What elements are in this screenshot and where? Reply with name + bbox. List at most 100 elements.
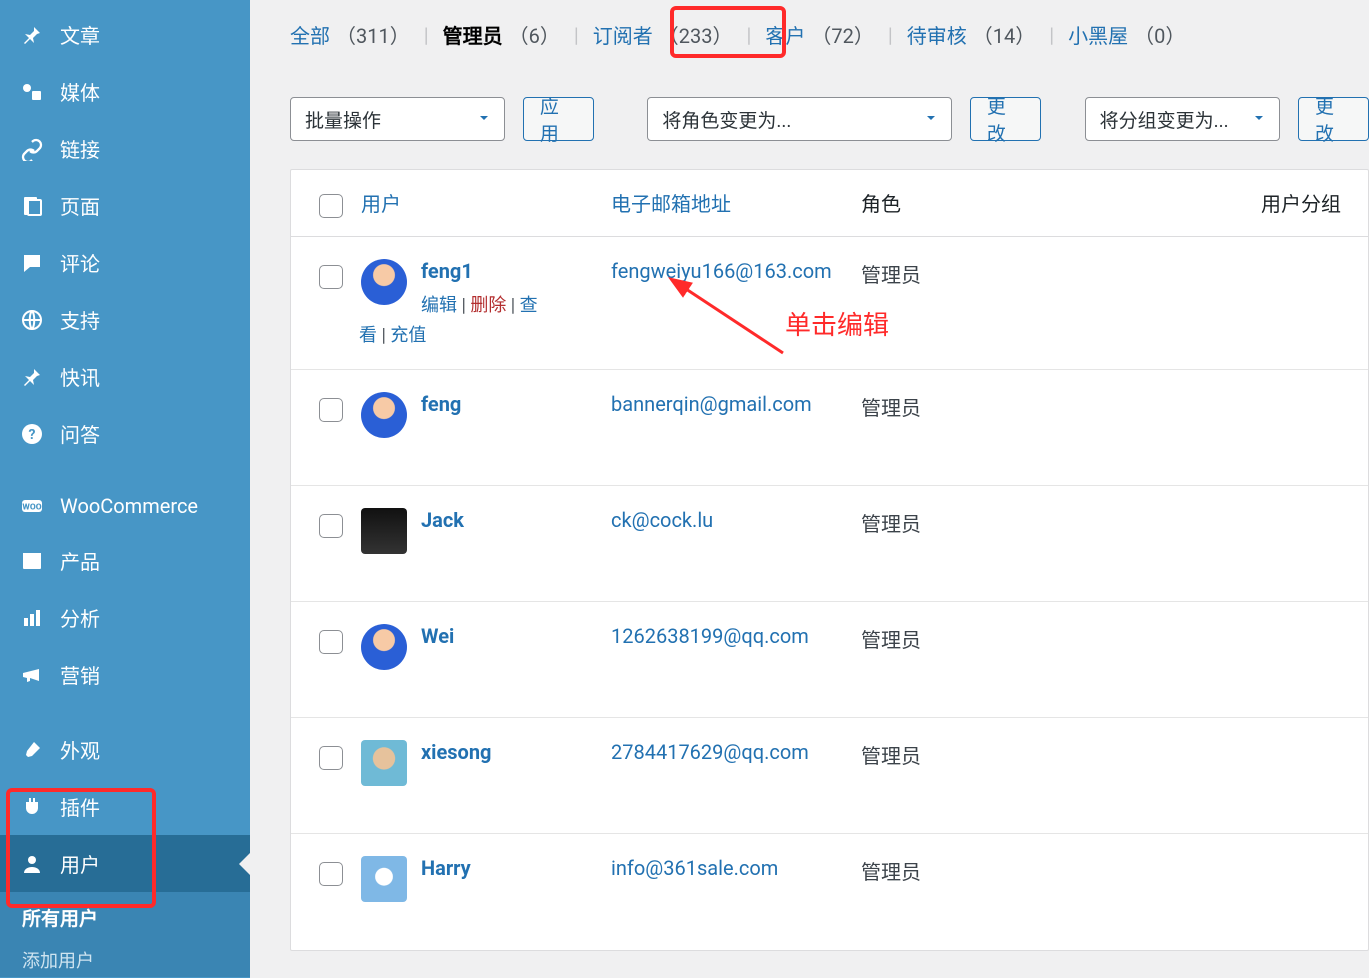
user-cell: Jack xyxy=(361,508,611,554)
sidebar-item-users[interactable]: 用户 xyxy=(0,835,250,892)
email-link[interactable]: 1262638199@qq.com xyxy=(611,624,809,648)
filter-item[interactable]: 客户（72） xyxy=(765,20,873,49)
email-link[interactable]: 2784417629@qq.com xyxy=(611,740,809,764)
role-cell: 管理员 xyxy=(861,259,1131,288)
pin-icon xyxy=(18,365,46,389)
filter-separator: | xyxy=(424,23,429,47)
username-link[interactable]: Harry xyxy=(421,856,471,880)
sidebar-item-qa[interactable]: ? 问答 xyxy=(0,405,250,462)
sidebar-item-plugins[interactable]: 插件 xyxy=(0,778,250,835)
row-checkbox[interactable] xyxy=(301,508,361,538)
filter-item[interactable]: 待审核（14） xyxy=(907,20,1035,49)
username-link[interactable]: feng xyxy=(421,392,461,416)
filter-link[interactable]: 小黑屋 xyxy=(1068,20,1128,49)
role-cell: 管理员 xyxy=(861,624,1131,653)
email-link[interactable]: bannerqin@gmail.com xyxy=(611,392,812,416)
username-link[interactable]: Wei xyxy=(421,624,454,648)
admin-sidebar: 文章 媒体 链接 页面 评论 支持 快讯 ? 问答 WOO WooCommerc… xyxy=(0,0,250,978)
row-checkbox[interactable] xyxy=(301,259,361,289)
select-all-checkbox[interactable] xyxy=(301,188,361,218)
user-icon xyxy=(18,852,46,876)
user-cell: feng xyxy=(361,392,611,438)
filter-link[interactable]: 待审核 xyxy=(907,20,967,49)
sidebar-item-links[interactable]: 链接 xyxy=(0,120,250,177)
delete-link[interactable]: 删除 xyxy=(470,295,506,316)
table-head: 用户 电子邮箱地址 角色 用户分组 xyxy=(291,170,1368,237)
filter-item[interactable]: 小黑屋（0） xyxy=(1068,20,1185,49)
sidebar-item-pages[interactable]: 页面 xyxy=(0,177,250,234)
view-link-2[interactable]: 看 xyxy=(359,325,377,346)
sidebar-item-label: 媒体 xyxy=(60,77,100,106)
change-group-select[interactable]: 将分组变更为... xyxy=(1085,97,1280,141)
sidebar-item-comments[interactable]: 评论 xyxy=(0,234,250,291)
filter-link[interactable]: 全部 xyxy=(290,20,330,49)
sidebar-item-media[interactable]: 媒体 xyxy=(0,63,250,120)
row-checkbox[interactable] xyxy=(301,740,361,770)
edit-link[interactable]: 编辑 xyxy=(421,295,457,316)
email-cell: ck@cock.lu xyxy=(611,508,861,532)
user-cell: xiesong xyxy=(361,740,611,786)
avatar xyxy=(361,624,407,670)
sidebar-item-marketing[interactable]: 营销 xyxy=(0,646,250,703)
username-link[interactable]: xiesong xyxy=(421,740,491,764)
sidebar-item-analytics[interactable]: 分析 xyxy=(0,589,250,646)
sidebar-item-appearance[interactable]: 外观 xyxy=(0,721,250,778)
filter-count: （72） xyxy=(811,20,873,49)
sidebar-item-label: 分析 xyxy=(60,603,100,632)
sidebar-item-label: 支持 xyxy=(60,305,100,334)
change-button-2[interactable]: 更改 xyxy=(1298,97,1369,141)
row-actions: 编辑 | 删除 | 查看 | 充值 xyxy=(421,291,538,347)
sidebar-item-support[interactable]: 支持 xyxy=(0,291,250,348)
filter-item[interactable]: 管理员（6） xyxy=(443,20,560,49)
bulk-action-select[interactable]: 批量操作 xyxy=(290,97,505,141)
table-row: Jack ck@cock.lu 管理员 xyxy=(291,486,1368,602)
role-cell: 管理员 xyxy=(861,508,1131,537)
chevron-down-icon xyxy=(923,108,939,131)
change-button[interactable]: 更改 xyxy=(970,97,1041,141)
email-cell: fengweiyu166@163.com xyxy=(611,259,861,283)
email-link[interactable]: fengweiyu166@163.com xyxy=(611,259,832,283)
row-checkbox[interactable] xyxy=(301,392,361,422)
sidebar-item-posts[interactable]: 文章 xyxy=(0,6,250,63)
chevron-down-icon xyxy=(476,108,492,131)
col-user[interactable]: 用户 xyxy=(361,188,611,217)
change-role-select[interactable]: 将角色变更为... xyxy=(647,97,951,141)
comment-icon xyxy=(18,251,46,275)
sidebar-item-news[interactable]: 快讯 xyxy=(0,348,250,405)
sidebar-item-label: 页面 xyxy=(60,191,100,220)
filter-separator: | xyxy=(1049,23,1054,47)
woo-icon: WOO xyxy=(18,494,46,518)
view-link[interactable]: 查 xyxy=(520,295,538,316)
brush-icon xyxy=(18,738,46,762)
row-checkbox[interactable] xyxy=(301,624,361,654)
filter-link[interactable]: 客户 xyxy=(765,20,805,49)
plugin-icon xyxy=(18,795,46,819)
sidebar-item-woocommerce[interactable]: WOO WooCommerce xyxy=(0,480,250,532)
row-checkbox[interactable] xyxy=(301,856,361,886)
filter-separator: | xyxy=(888,23,893,47)
sidebar-subitem-adduser[interactable]: 添加用户 xyxy=(0,943,250,977)
user-cell: Harry xyxy=(361,856,611,902)
main-content: 全部（311）|管理员（6）|订阅者（233）|客户（72）|待审核（14）|小… xyxy=(250,0,1369,978)
filter-item[interactable]: 订阅者（233） xyxy=(593,20,733,49)
username-link[interactable]: feng1 xyxy=(421,259,538,283)
filter-count: （6） xyxy=(509,20,560,49)
sidebar-item-products[interactable]: 产品 xyxy=(0,532,250,589)
email-cell: info@361sale.com xyxy=(611,856,861,880)
svg-text:WOO: WOO xyxy=(22,503,41,513)
username-link[interactable]: Jack xyxy=(421,508,464,532)
recharge-link[interactable]: 充值 xyxy=(390,325,426,346)
filter-count: （0） xyxy=(1134,20,1185,49)
email-link[interactable]: ck@cock.lu xyxy=(611,508,713,532)
sidebar-subitem-allusers[interactable]: 所有用户 xyxy=(0,892,250,943)
role-cell: 管理员 xyxy=(861,740,1131,769)
email-cell: 2784417629@qq.com xyxy=(611,740,861,764)
apply-button[interactable]: 应用 xyxy=(523,97,594,141)
avatar xyxy=(361,392,407,438)
col-email[interactable]: 电子邮箱地址 xyxy=(611,188,861,217)
filter-link[interactable]: 管理员 xyxy=(443,20,503,49)
avatar xyxy=(361,856,407,902)
filter-link[interactable]: 订阅者 xyxy=(593,20,653,49)
email-link[interactable]: info@361sale.com xyxy=(611,856,778,880)
filter-item[interactable]: 全部（311） xyxy=(290,20,410,49)
